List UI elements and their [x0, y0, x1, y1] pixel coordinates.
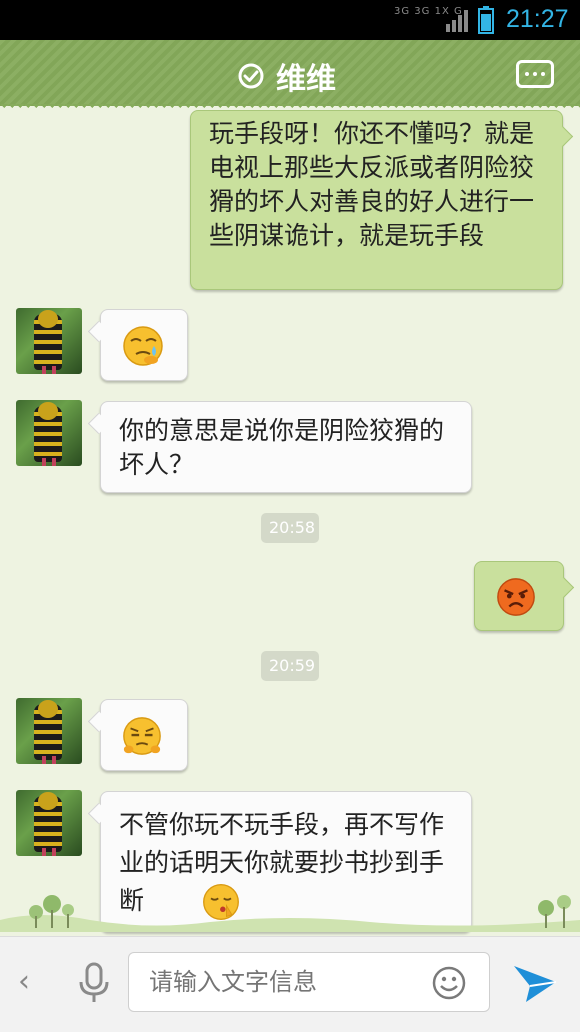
- crying-sweat-emoji: [123, 326, 163, 366]
- message-bubble-outgoing[interactable]: [474, 561, 564, 631]
- battery-icon: [478, 6, 494, 34]
- smiley-icon[interactable]: [432, 966, 466, 1000]
- avatar[interactable]: [16, 698, 82, 764]
- message-bubble-incoming[interactable]: [100, 309, 188, 381]
- signal-icon: [446, 10, 468, 32]
- message-bubble-incoming[interactable]: [100, 699, 188, 771]
- more-dots-icon: [525, 72, 529, 76]
- avatar[interactable]: [16, 308, 82, 374]
- contact-name[interactable]: 维维: [276, 54, 336, 98]
- angry-face-emoji: [497, 578, 535, 616]
- background-scenery: [0, 895, 580, 932]
- send-icon[interactable]: [512, 962, 558, 1004]
- check-circle-icon: [238, 63, 264, 89]
- message-timestamp: 20:58: [261, 513, 319, 543]
- microphone-icon[interactable]: [76, 962, 112, 1004]
- more-options-button[interactable]: [516, 60, 554, 88]
- message-bubble-outgoing[interactable]: 玩手段呀！你还不懂吗？就是电视上那些大反派或者阴险狡猾的坏人对善良的好人进行一些…: [190, 110, 563, 290]
- message-text: 玩手段呀！你还不懂吗？就是电视上那些大反派或者阴险狡猾的坏人对善良的好人进行一些…: [209, 119, 535, 250]
- avatar[interactable]: [16, 790, 82, 856]
- status-bar: 3G 3G 1X G 21:27: [0, 0, 580, 40]
- message-text: 你的意思是说你是阴险狡猾的坏人？: [119, 416, 445, 479]
- chevron-left-icon[interactable]: ‹: [18, 962, 30, 1002]
- message-timestamp: 20:59: [261, 651, 319, 681]
- header-title-group: 维维: [238, 54, 336, 98]
- smug-face-emoji: [123, 717, 161, 755]
- clock: 21:27: [506, 5, 569, 33]
- message-bubble-incoming[interactable]: 你的意思是说你是阴险狡猾的坏人？: [100, 401, 472, 493]
- avatar[interactable]: [16, 400, 82, 466]
